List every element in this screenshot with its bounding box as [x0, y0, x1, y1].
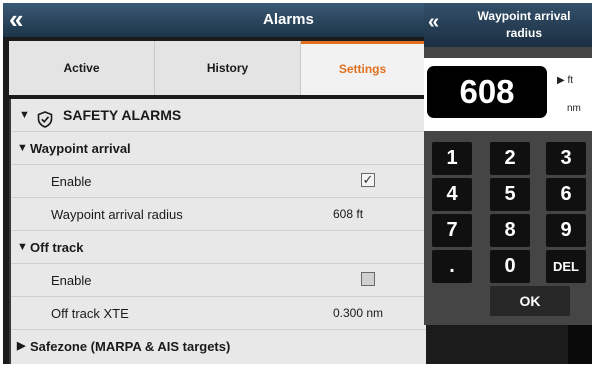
scroll-handle[interactable] — [568, 325, 592, 364]
key-6[interactable]: 6 — [546, 178, 586, 211]
key-5[interactable]: 5 — [490, 178, 530, 211]
tab-settings[interactable]: Settings — [301, 41, 424, 95]
group-title: Waypoint arrival — [30, 141, 131, 156]
settings-list: ▼ SAFETY ALARMS ▼ Waypoint arrival Enabl… — [9, 99, 426, 364]
key-8[interactable]: 8 — [490, 214, 530, 247]
group-title: Safezone (MARPA & AIS targets) — [30, 339, 231, 354]
key-9[interactable]: 9 — [546, 214, 586, 247]
off-track-enable-checkbox[interactable] — [361, 272, 375, 286]
setting-label: Waypoint arrival radius — [51, 207, 183, 222]
key-0[interactable]: 0 — [490, 250, 530, 283]
title-bar: « Alarms — [3, 3, 424, 37]
setting-label: Enable — [51, 273, 92, 288]
expand-arrow-icon: ▼ — [17, 241, 28, 253]
group-off-track[interactable]: ▼ Off track — [11, 231, 426, 264]
back-button[interactable]: « — [9, 5, 39, 35]
value-display: 608 ▶ ft nm — [424, 58, 592, 131]
keypad-dialog: « Waypoint arrival radius 608 ▶ ft nm 1 … — [424, 3, 592, 325]
setting-label: Enable — [51, 174, 92, 189]
dialog-title-bar: « Waypoint arrival radius — [424, 3, 592, 47]
collapse-arrow-icon: ▶ — [17, 340, 26, 352]
expand-arrow-icon: ▼ — [17, 142, 28, 154]
key-2[interactable]: 2 — [490, 142, 530, 175]
group-title: Off track — [30, 240, 84, 255]
dialog-back-button[interactable]: « — [428, 11, 439, 34]
setting-value: 0.300 nm — [333, 306, 384, 320]
unit-label: ft — [567, 75, 574, 86]
setting-off-track-enable[interactable]: Enable — [11, 264, 426, 297]
screen: « Alarms Active History Settings ▼ SAFET… — [3, 3, 592, 364]
shield-check-icon — [37, 107, 55, 128]
section-safety-alarms[interactable]: ▼ SAFETY ALARMS — [11, 99, 426, 132]
selected-unit-marker-icon: ▶ — [557, 75, 565, 86]
ok-button[interactable]: OK — [490, 286, 570, 316]
tab-history[interactable]: History — [155, 41, 301, 95]
group-waypoint-arrival[interactable]: ▼ Waypoint arrival — [11, 132, 426, 165]
setting-waypoint-enable[interactable]: Enable ✓ — [11, 165, 426, 198]
unit-ft-option[interactable]: ▶ ft — [557, 75, 573, 86]
setting-off-track-xte[interactable]: Off track XTE 0.300 nm — [11, 297, 426, 330]
tab-bar: Active History Settings — [9, 41, 424, 95]
dialog-title: Waypoint arrival radius — [477, 9, 571, 40]
page-title: Alarms — [263, 11, 314, 28]
section-title: SAFETY ALARMS — [63, 107, 182, 123]
key-delete[interactable]: DEL — [546, 250, 586, 283]
alarms-window: « Alarms Active History Settings ▼ SAFET… — [3, 3, 426, 364]
setting-label: Off track XTE — [51, 306, 129, 321]
setting-value: 608 ft — [333, 207, 364, 221]
key-7[interactable]: 7 — [432, 214, 472, 247]
tab-active[interactable]: Active — [9, 41, 155, 95]
unit-nm-option[interactable]: nm — [567, 103, 581, 114]
waypoint-enable-checkbox[interactable]: ✓ — [361, 173, 375, 187]
key-4[interactable]: 4 — [432, 178, 472, 211]
value-readout[interactable]: 608 — [427, 66, 547, 118]
key-1[interactable]: 1 — [432, 142, 472, 175]
group-safezone[interactable]: ▶ Safezone (MARPA & AIS targets) — [11, 330, 426, 363]
key-decimal[interactable]: . — [432, 250, 472, 283]
key-3[interactable]: 3 — [546, 142, 586, 175]
setting-waypoint-radius[interactable]: Waypoint arrival radius 608 ft — [11, 198, 426, 231]
expand-arrow-icon: ▼ — [19, 109, 30, 121]
